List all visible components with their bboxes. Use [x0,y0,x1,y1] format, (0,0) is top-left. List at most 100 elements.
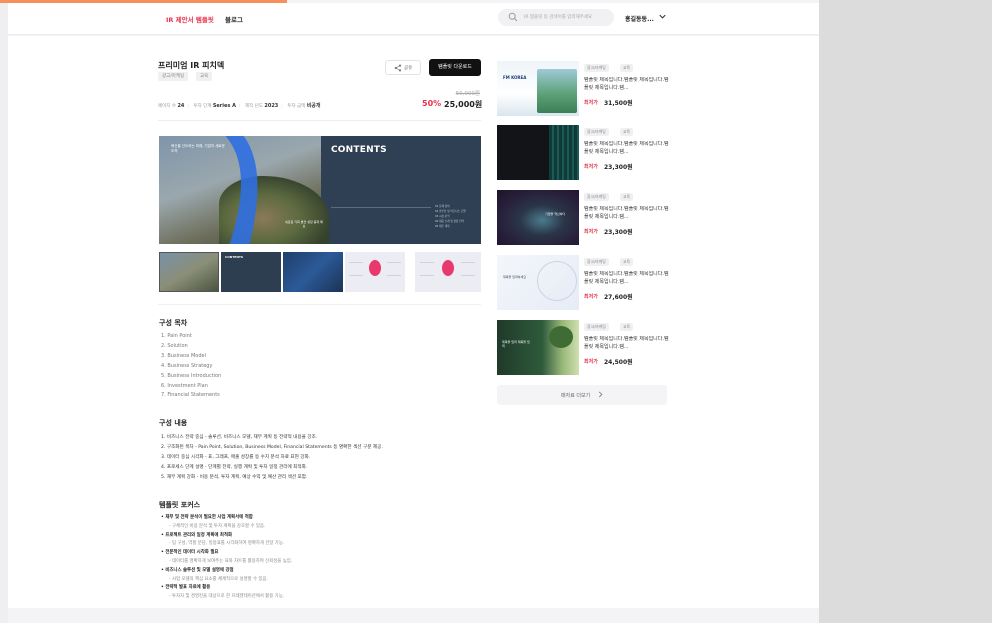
focus-item: • 전략적 발표 자료에 활용 [161,585,211,591]
card-thumbnail-graphic [549,125,579,180]
card-price-label: 최저가 [584,294,598,300]
preview-contents-item: 05 재무 계획 [435,225,450,228]
product-title: 프리미엄 IR 피치덱 [158,61,225,70]
share-icon [394,64,402,72]
preview-thumbnail[interactable] [415,252,481,292]
preview-photo: 혁신을 선도하는 미래, 기업의 새로운 도약 새로운 기회 발견 성장 동력 … [159,136,329,244]
card-thumbnail: 제목을 입력 제목을 입력 [497,320,579,375]
card-thumbnail: FM KOREA [497,61,579,116]
template-preview-main[interactable]: 혁신을 선도하는 미래, 기업의 새로운 도약 새로운 기회 발견 성장 동력 … [159,136,481,244]
card-price: 24,500원 [604,359,633,366]
card-thumbnail-graphic [537,261,577,301]
right-background [819,0,992,623]
divider [158,304,481,305]
card-price-label: 최저가 [584,359,598,365]
content-list: 1. 비즈니스 전략 중심 - 솔루션, 비즈니스 모델, 재무 계획 등 전략… [161,433,383,483]
card-price: 31,500원 [604,100,633,107]
content-item: 1. 비즈니스 전략 중심 - 솔루션, 비즈니스 모델, 재무 계획 등 전략… [161,435,318,440]
card-title: 템플릿 제목입니다.템플릿 제목입니다.템플릿 제목입니다.템... [584,206,669,220]
meta-value: 비공개 [306,103,321,109]
left-gutter [0,0,8,623]
content-heading: 구성 내용 [159,419,188,427]
more-templates-button[interactable]: 매자료 더보기 [497,385,667,405]
meta-value: Series A [212,103,236,109]
preview-left-text: 혁신을 선도하는 미래, 기업의 새로운 도약 [171,144,225,153]
search-input[interactable]: IR 템플릿 등 검색어를 입력해주세요 [498,9,614,26]
preview-thumbnail[interactable] [283,252,343,292]
thumbnail-decor [420,262,434,276]
divider [158,120,481,121]
toc-item: 2. Solution [161,342,188,349]
card-thumbnail-graphic [549,326,573,348]
focus-list: • 재무 및 전략 분석이 필요한 사업 계획서에 적합 - 구체적인 비용 분… [161,514,292,602]
preview-thumbnail[interactable] [159,252,219,292]
toc-item: 6. Investment Plan [161,382,208,389]
card-thumbnail-text: 제목을 입력 제목을 입력 [502,340,530,348]
card-tag: 교육 [620,128,633,136]
chevron-down-icon[interactable] [658,12,667,21]
card-price: 27,600원 [604,294,633,301]
card-title: 템플릿 제목입니다.템플릿 제목입니다.템플릿 제목입니다.템... [584,77,669,91]
card-tag: 광고/마케팅 [584,128,609,136]
preview-line [331,207,431,208]
main-content: 프리미엄 IR 피치덱 광고/마케팅 교육 공유 템플릿 다운로드 페이지 수 … [8,36,819,608]
download-template-button[interactable]: 템플릿 다운로드 [429,59,481,76]
related-template-card[interactable]: 기업을 혁신하다 광고/마케팅 교육 템플릿 제목입니다.템플릿 제목입니다.템… [497,190,673,250]
card-price-label: 최저가 [584,229,598,235]
nav-link-ir-templates[interactable]: IR 제안서 템플릿 [166,14,214,24]
preview-thumbnail[interactable]: CONTENTS [221,252,281,292]
card-tag: 교육 [620,323,633,331]
related-template-card[interactable]: FM KOREA 광고/마케팅 교육 템플릿 제목입니다.템플릿 제목입니다.템… [497,61,673,121]
share-button[interactable]: 공유 [385,60,421,75]
user-menu-name[interactable]: 홍길동동... [625,14,654,23]
related-template-card[interactable]: 광고/마케팅 교육 템플릿 제목입니다.템플릿 제목입니다.템플릿 제목입니다.… [497,125,673,185]
card-thumbnail: 제목을 입력하세요 [497,255,579,310]
search-icon [508,12,518,22]
thumbnail-title: CONTENTS [225,255,244,259]
focus-item-detail: - 사업 모델의 핵심 요소를 체계적으로 설명할 수 있음. [169,576,268,582]
sale-price: 25,000원 [444,100,483,109]
meta-label: 제작 년도 [244,104,263,109]
product-meta: 페이지 수 24 | 투자 단계 Series A | 제작 년도 2023 | 투자… [158,103,321,109]
related-template-card[interactable]: 제목을 입력하세요 광고/마케팅 교육 템플릿 제목입니다.템플릿 제목입니다.… [497,255,673,315]
focus-item: • 비즈니스 솔루션 및 모델 설명에 강점 [161,567,234,573]
toc-item: 4. Business Strategy [161,362,213,369]
card-tag: 교육 [620,64,633,72]
focus-item-detail: - 팀 구성, 역할 분담, 일정표를 시각화하여 명확하게 전달 가능. [169,541,285,547]
thumbnail-decor [387,262,401,276]
card-price-label: 최저가 [584,100,598,106]
related-template-card[interactable]: 제목을 입력 제목을 입력 광고/마케팅 교육 템플릿 제목입니다.템플릿 제목… [497,320,673,380]
card-price: 23,300원 [604,229,633,236]
focus-item-detail: - 구체적인 비용 분석 및 투자 계획을 강조할 수 있음. [169,523,266,529]
toc-item: 1. Pain Point [161,333,192,339]
preview-thumbnail[interactable] [345,252,405,292]
card-thumbnail-graphic [537,69,577,113]
card-thumbnail-text: 기업을 혁신하다 [545,212,566,216]
discount-rate: 50% [422,99,442,108]
toc-heading: 구성 목차 [159,319,188,327]
focus-item: • 전문적인 데이터 시각화 필요 [161,550,219,556]
card-thumbnail [497,125,579,180]
more-templates-label: 매자료 더보기 [561,393,591,399]
thumbnail-figure [442,260,454,276]
toc-item: 7. Financial Statements [161,392,220,399]
card-tag: 교육 [620,193,633,201]
thumbnail-decor [349,262,363,276]
card-thumbnail-text: FM KOREA [503,75,527,80]
card-price-label: 최저가 [584,164,598,170]
meta-label: 페이지 수 [158,104,176,109]
nav-link-blog[interactable]: 블로그 [225,14,243,24]
top-nav: IR 제안서 템플릿 블로그 IR 템플릿 등 검색어를 입력해주세요 홍길동동… [8,3,819,35]
meta-value: 24 [177,103,185,109]
card-tag: 광고/마케팅 [584,64,609,72]
card-tag: 광고/마케팅 [584,323,609,331]
meta-value: 2023 [264,103,279,109]
toc-item: 5. Business Introduction [161,372,222,379]
card-tag: 교육 [620,258,633,266]
chevron-right-icon [598,391,603,398]
meta-label: 투자 단계 [193,104,212,109]
toc-item: 3. Business Model [161,352,207,359]
card-title: 템플릿 제목입니다.템플릿 제목입니다.템플릿 제목입니다.템... [584,336,669,350]
content-item: 2. 구조화된 목차 - Pain Point, Solution, Busin… [161,444,383,450]
meta-label: 투자 금액 [287,104,306,109]
